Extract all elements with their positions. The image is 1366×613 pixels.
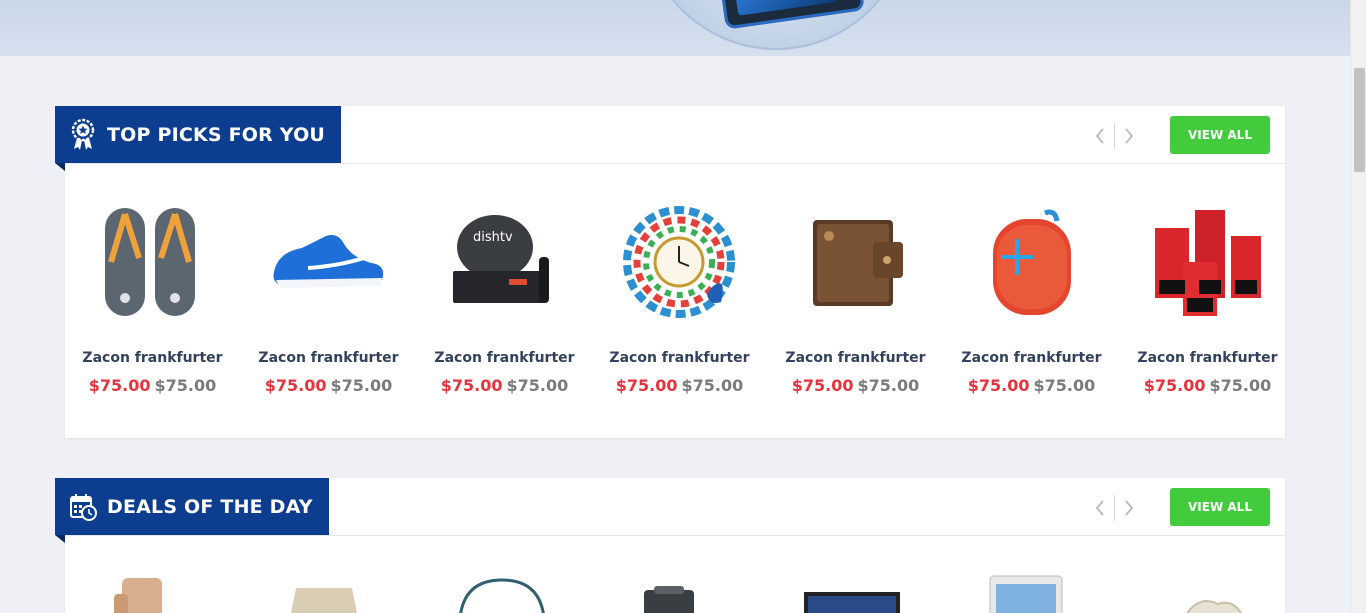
sale-price: $75.00 [440,376,503,395]
product-prices: $75.00 $75.00 [592,376,767,395]
product-prices: $75.00 $75.00 [65,376,240,395]
product-prices: $75.00 $75.00 [241,376,416,395]
deals-header: DEALS OF THE DAY VIEW ALL [55,478,1285,543]
top-picks-header: TOP PICKS FOR YOU VIEW ALL [55,106,1285,171]
old-price: $75.00 [681,376,744,395]
nav-divider [1114,123,1115,149]
scrollbar-thumb[interactable] [1354,68,1365,172]
svg-text:dishtv: dishtv [473,230,513,245]
sale-price: $75.00 [264,376,327,395]
sale-price: $75.00 [88,376,151,395]
sale-price: $75.00 [791,376,854,395]
deals-title-tab: DEALS OF THE DAY [55,478,329,543]
old-price: $75.00 [330,376,393,395]
old-price: $75.00 [506,376,569,395]
top-picks-section: TOP PICKS FOR YOU VIEW ALL Zacon frankfu… [55,106,1285,438]
product-prices: $75.00 $75.00 [944,376,1119,395]
basket-icon[interactable] [1148,574,1268,613]
peacock-clock-icon[interactable] [619,202,739,322]
page-scrollbar[interactable] [1350,0,1366,613]
hero-banner[interactable] [0,0,1350,56]
bag-icon[interactable] [444,574,564,613]
flip-flops-icon[interactable] [92,202,212,322]
next-arrow-icon[interactable] [1121,124,1137,148]
view-all-button[interactable]: VIEW ALL [1170,488,1270,526]
prev-arrow-icon[interactable] [1092,496,1108,520]
prev-arrow-icon[interactable] [1092,124,1108,148]
chair-icon[interactable] [92,574,212,613]
section-title: TOP PICKS FOR YOU [107,123,326,146]
wallet-icon[interactable] [795,202,915,322]
laptop-icon[interactable] [796,574,916,613]
backpack-icon[interactable] [620,574,740,613]
product-card[interactable]: dishtv Zacon frankfurter $75.00 $75.00 [417,164,592,438]
candles-icon[interactable] [1147,202,1267,322]
old-price: $75.00 [1033,376,1096,395]
product-card[interactable]: Zacon frankfurter $75.00 $75.00 [768,164,943,438]
calendar-clock-icon [69,490,97,524]
product-card[interactable]: Zacon frankfurter $75.00 $75.00 [241,164,416,438]
next-arrow-icon[interactable] [1121,496,1137,520]
sale-price: $75.00 [1143,376,1206,395]
running-shoe-icon[interactable] [268,202,388,322]
award-badge-icon [69,118,97,152]
deals-carousel-nav [1092,495,1137,521]
product-name[interactable]: Zacon frankfurter [592,350,767,366]
product-card[interactable]: Zacon frankfurter $75.00 $75.00 [65,164,240,438]
product-card[interactable]: Zacon frankfurter $75.00 $75.00 [1120,164,1295,438]
old-price: $75.00 [154,376,217,395]
nav-divider [1114,495,1115,521]
old-price: $75.00 [857,376,920,395]
product-name[interactable]: Zacon frankfurter [65,350,240,366]
product-prices: $75.00 $75.00 [1120,376,1295,395]
view-all-button[interactable]: VIEW ALL [1170,116,1270,154]
product-prices: $75.00 $75.00 [417,376,592,395]
section-title: DEALS OF THE DAY [107,495,313,518]
product-prices: $75.00 $75.00 [768,376,943,395]
speaker-icon[interactable] [971,202,1091,322]
sale-price: $75.00 [967,376,1030,395]
old-price: $75.00 [1209,376,1272,395]
product-name[interactable]: Zacon frankfurter [768,350,943,366]
top-picks-title-tab: TOP PICKS FOR YOU [55,106,342,171]
dish-tv-icon[interactable]: dishtv [444,202,564,322]
deals-section: DEALS OF THE DAY VIEW ALL [55,478,1285,613]
product-name[interactable]: Zacon frankfurter [944,350,1119,366]
product-carousel: Zacon frankfurter $75.00 $75.00 Zacon fra… [65,164,1285,438]
product-name[interactable]: Zacon frankfurter [241,350,416,366]
product-card[interactable]: Zacon frankfurter $75.00 $75.00 [592,164,767,438]
tablet-icon[interactable] [972,574,1092,613]
sale-price: $75.00 [615,376,678,395]
product-card[interactable]: Zacon frankfurter $75.00 $75.00 [944,164,1119,438]
product-name[interactable]: Zacon frankfurter [1120,350,1295,366]
lamp-icon[interactable] [268,574,388,613]
top-picks-carousel-nav [1092,123,1137,149]
product-name[interactable]: Zacon frankfurter [417,350,592,366]
